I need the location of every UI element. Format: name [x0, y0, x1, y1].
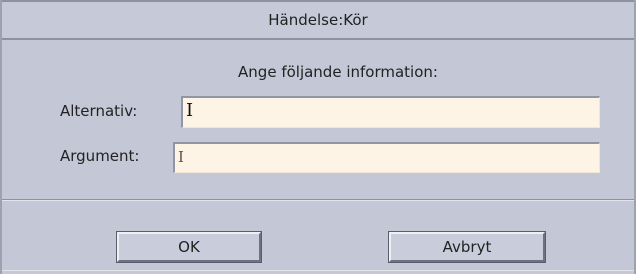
cancel-button[interactable]: Avbryt [388, 231, 546, 263]
ok-button[interactable]: OK [116, 231, 262, 263]
dialog-title-bar[interactable]: Händelse:Kör [2, 0, 634, 40]
argument-field[interactable]: I [173, 142, 600, 173]
dialog-bottom-edge [2, 270, 634, 271]
alternativ-label: Alternativ: [60, 102, 138, 120]
dialog-title: Händelse:Kör [268, 11, 368, 29]
text-cursor-icon: I [178, 148, 184, 166]
text-cursor-icon: I [186, 100, 194, 121]
alternativ-field[interactable]: I [181, 96, 600, 128]
ok-button-label: OK [178, 238, 200, 256]
dialog-window: Händelse:Kör Ange följande information: … [0, 0, 636, 274]
dialog-prompt: Ange följande information: [238, 63, 438, 81]
argument-label: Argument: [60, 147, 140, 165]
button-area-separator [2, 199, 634, 201]
cancel-button-label: Avbryt [442, 238, 492, 256]
